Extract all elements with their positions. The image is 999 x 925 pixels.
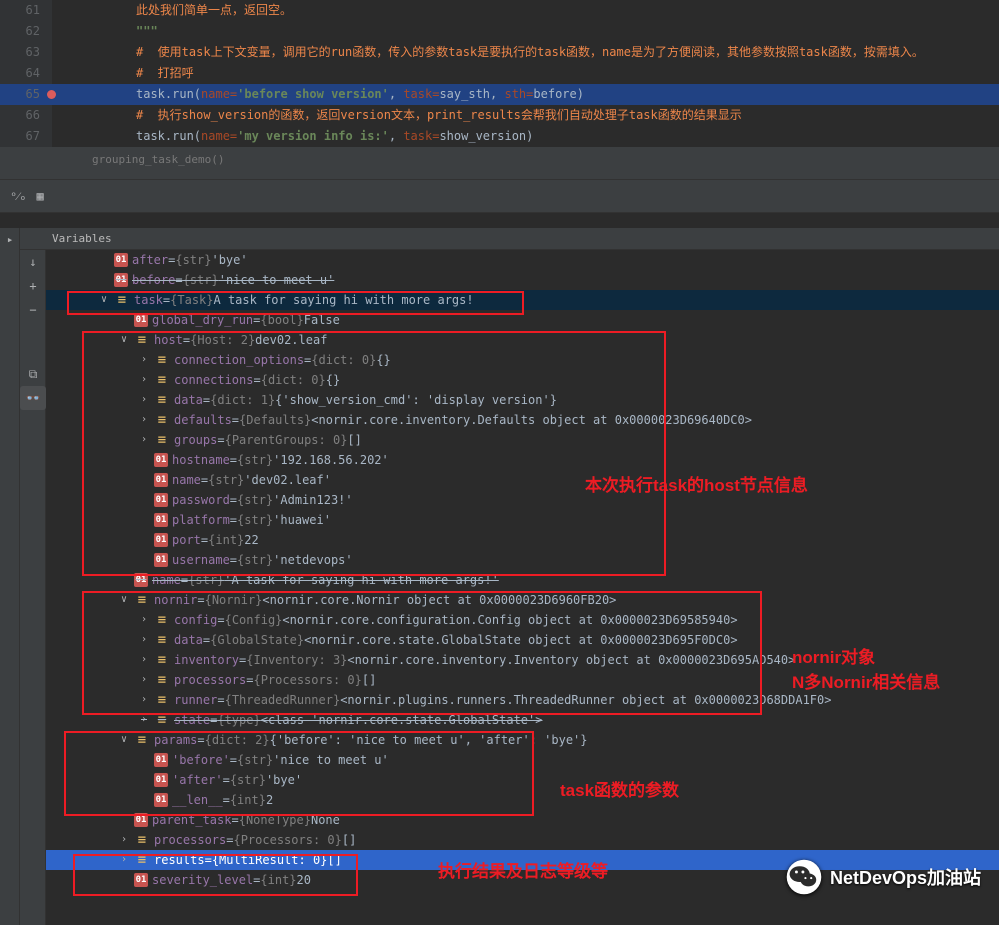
watermark: NetDevOps加油站	[786, 859, 981, 895]
annotation-label: 本次执行task的host节点信息	[585, 471, 808, 496]
expand-icon: ∨	[96, 290, 112, 310]
var-params[interactable]: ∨≡params = {dict: 2} {'before': 'nice to…	[46, 730, 999, 750]
var-hostname[interactable]: 01hostname = {str} '192.168.56.202'	[46, 450, 999, 470]
var-state[interactable]: ›≡state = {type} <class 'nornir.core.sta…	[46, 710, 999, 730]
breakpoint-icon[interactable]: 65	[0, 84, 52, 105]
var-config[interactable]: ›≡config = {Config} <nornir.core.configu…	[46, 610, 999, 630]
var-groups[interactable]: ›≡groups = {ParentGroups: 0} []	[46, 430, 999, 450]
variables-panel: Variables ↓ + − ⧉ 👓 01after = {str} 'bye…	[20, 228, 999, 925]
annotation-label: task函数的参数	[560, 776, 679, 801]
variables-tree[interactable]: 01after = {str} 'bye' 01before = {str} '…	[46, 250, 999, 925]
var-platform[interactable]: 01platform = {str} 'huawei'	[46, 510, 999, 530]
tab-icon[interactable]: ▸	[0, 228, 20, 250]
var-pbefore[interactable]: 01'before' = {str} 'nice to meet u'	[46, 750, 999, 770]
calculator-icon[interactable]: ▦	[36, 189, 43, 203]
glasses-icon[interactable]: 👓	[20, 386, 46, 410]
var-after[interactable]: 01after = {str} 'bye'	[46, 250, 999, 270]
wechat-icon	[786, 859, 822, 895]
tool-window-tabs: ▸	[0, 228, 20, 925]
var-task-name[interactable]: 01name = {str} 'A task for saying hi wit…	[46, 570, 999, 590]
copy-icon[interactable]: ⧉	[20, 362, 46, 386]
variables-toolbar: ↓ + − ⧉ 👓	[20, 250, 46, 925]
var-parent-task[interactable]: 01parent_task = {NoneType} None	[46, 810, 999, 830]
var-username[interactable]: 01username = {str} 'netdevops'	[46, 550, 999, 570]
var-name[interactable]: 01name = {str} 'dev02.leaf'	[46, 470, 999, 490]
add-watch-icon[interactable]: +	[20, 274, 46, 298]
var-connections[interactable]: ›≡connections = {dict: 0} {}	[46, 370, 999, 390]
var-runner[interactable]: ›≡runner = {ThreadedRunner} <nornir.plug…	[46, 690, 999, 710]
var-pafter[interactable]: 01'after' = {str} 'bye'	[46, 770, 999, 790]
collapse-icon: ›	[136, 350, 152, 370]
var-connection-options[interactable]: ›≡connection_options = {dict: 0} {}	[46, 350, 999, 370]
debug-toolbar: ᵒ⁄ₒ ▦	[0, 179, 999, 213]
watch-icon[interactable]: ᵒ⁄ₒ	[10, 189, 26, 204]
var-nornir[interactable]: ∨≡nornir = {Nornir} <nornir.core.Nornir …	[46, 590, 999, 610]
var-password[interactable]: 01password = {str} 'Admin123!'	[46, 490, 999, 510]
var-host[interactable]: ∨≡host = {Host: 2} dev02.leaf	[46, 330, 999, 350]
var-task[interactable]: ∨≡task = {Task} A task for saying hi wit…	[46, 290, 999, 310]
annotation-label: 执行结果及日志等级等	[438, 857, 608, 882]
remove-icon[interactable]: −	[20, 298, 46, 322]
expand-icon: ∨	[116, 330, 132, 350]
var-data[interactable]: ›≡data = {dict: 1} {'show_version_cmd': …	[46, 390, 999, 410]
call-stack-frame[interactable]: grouping_task_demo()	[0, 147, 999, 179]
step-icon[interactable]: ↓	[20, 250, 46, 274]
var-global-dry-run[interactable]: 01global_dry_run = {bool} False	[46, 310, 999, 330]
var-defaults[interactable]: ›≡defaults = {Defaults} <nornir.core.inv…	[46, 410, 999, 430]
var-plen[interactable]: 01__len__ = {int} 2	[46, 790, 999, 810]
var-port[interactable]: 01port = {int} 22	[46, 530, 999, 550]
var-before[interactable]: 01before = {str} 'nice to meet u'	[46, 270, 999, 290]
panel-title: Variables	[20, 228, 999, 250]
annotation-label: nornir对象	[792, 643, 875, 668]
code-editor[interactable]: 61此处我们简单一点，返回空。 62""" 63# 使用task上下文变量，调用…	[0, 0, 999, 147]
current-execution-line[interactable]: 65task.run(name='before show version', t…	[0, 84, 999, 105]
annotation-label: N多Nornir相关信息	[792, 668, 940, 693]
var-pprocessors[interactable]: ›≡processors = {Processors: 0} []	[46, 830, 999, 850]
